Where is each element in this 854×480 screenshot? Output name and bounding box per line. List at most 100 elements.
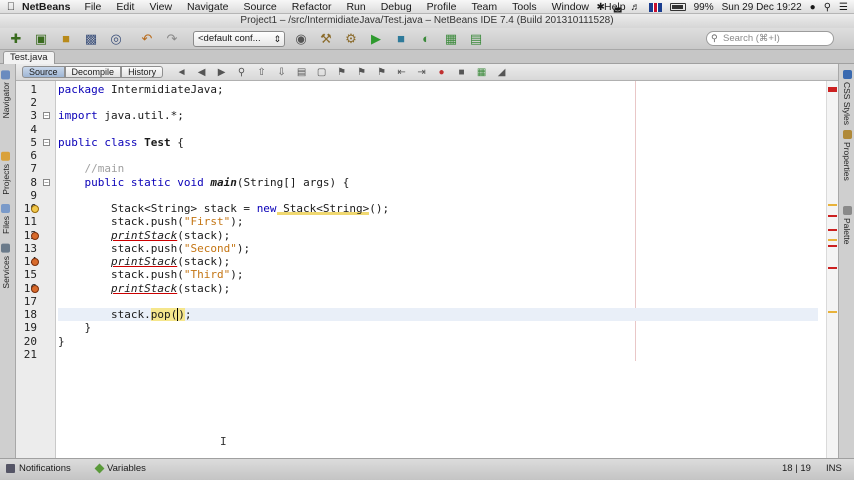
notification-center-icon[interactable]: ☰ bbox=[839, 2, 848, 13]
build-hammer-icon[interactable]: ⚒ bbox=[316, 30, 336, 48]
toggle-bookmark-icon[interactable]: ⚑ bbox=[375, 67, 388, 78]
notifications-icon bbox=[6, 464, 15, 473]
error-stripe-mark[interactable] bbox=[828, 267, 837, 269]
quick-search-input[interactable]: ⚲ Search (⌘+I) bbox=[706, 31, 834, 46]
css-styles-label: CSS Styles bbox=[842, 82, 852, 125]
volume-icon[interactable]: ♬ bbox=[631, 2, 641, 13]
menu-refactor[interactable]: Refactor bbox=[292, 1, 332, 13]
caret-position[interactable]: 18 | 19 bbox=[782, 463, 811, 474]
configuration-select[interactable]: <default conf... bbox=[193, 30, 285, 47]
save-all-icon[interactable]: ▩ bbox=[81, 30, 101, 48]
warning-hint-icon[interactable] bbox=[31, 205, 39, 213]
error-badge-icon[interactable] bbox=[31, 232, 39, 240]
clock[interactable]: Sun 29 Dec 19:22 bbox=[722, 2, 802, 13]
variables-button[interactable]: Variables bbox=[94, 463, 146, 474]
menu-debug[interactable]: Debug bbox=[381, 1, 412, 13]
code-area[interactable]: package IntermidiateJava; import java.ut… bbox=[58, 81, 818, 458]
spotlight-icon[interactable]: ⚲ bbox=[824, 2, 831, 13]
code-text: } bbox=[58, 335, 65, 348]
new-file-icon[interactable]: ✚ bbox=[6, 30, 26, 48]
shift-left-icon[interactable]: ⇤ bbox=[395, 67, 408, 78]
toggle-highlight-icon[interactable]: ▤ bbox=[295, 67, 308, 78]
find-selection-icon[interactable]: ⚲ bbox=[235, 67, 248, 78]
menu-source[interactable]: Source bbox=[243, 1, 276, 13]
line-number-gutter[interactable]: 1 2 3 4 5 6 7 8 9 10 11 12 13 14 15 16 1… bbox=[16, 81, 56, 458]
properties-tab[interactable]: Properties bbox=[842, 130, 852, 181]
new-project-icon[interactable]: ▣ bbox=[31, 30, 51, 48]
projects-tab[interactable]: Projects bbox=[1, 152, 11, 195]
services-tab[interactable]: Services bbox=[1, 244, 11, 289]
comment-icon[interactable]: ▦ bbox=[475, 67, 488, 78]
menu-profile[interactable]: Profile bbox=[427, 1, 457, 13]
stop-macro-icon[interactable]: ■ bbox=[455, 67, 468, 78]
line-number: 9 bbox=[30, 189, 37, 202]
menu-navigate[interactable]: Navigate bbox=[187, 1, 228, 13]
error-stripe-mark[interactable] bbox=[828, 215, 837, 217]
error-badge-icon[interactable] bbox=[31, 285, 39, 293]
error-stripe-mark[interactable] bbox=[828, 245, 837, 247]
last-edit-icon[interactable]: ◄ bbox=[175, 67, 188, 78]
shift-right-icon[interactable]: ⇥ bbox=[415, 67, 428, 78]
open-project-icon[interactable]: ■ bbox=[56, 30, 76, 48]
menu-window[interactable]: Window bbox=[552, 1, 589, 13]
fold-toggle-icon[interactable]: – bbox=[43, 112, 50, 119]
menu-team[interactable]: Team bbox=[471, 1, 497, 13]
debug-project-icon[interactable]: ■ bbox=[391, 30, 411, 48]
window-title: Project1 – /src/IntermidiateJava/Test.ja… bbox=[240, 15, 614, 26]
input-source-flag-icon[interactable] bbox=[648, 2, 662, 12]
menu-file[interactable]: File bbox=[84, 1, 101, 13]
right-side-panel-strip: CSS Styles Properties Palette bbox=[838, 64, 854, 458]
forward-icon[interactable]: ▶ bbox=[215, 67, 228, 78]
toggle-rectangular-selection-icon[interactable]: ▢ bbox=[315, 67, 328, 78]
undo-icon[interactable]: ↶ bbox=[137, 30, 157, 48]
search-icon: ⚲ bbox=[711, 33, 718, 43]
error-stripe-status-icon[interactable] bbox=[828, 87, 837, 92]
next-bookmark-icon[interactable]: ⚑ bbox=[355, 67, 368, 78]
pause-icon[interactable]: ▤ bbox=[466, 30, 486, 48]
history-view-button[interactable]: History bbox=[121, 66, 164, 78]
app-menu-netbeans[interactable]: NetBeans bbox=[22, 1, 70, 13]
code-editor[interactable]: 1 2 3 4 5 6 7 8 9 10 11 12 13 14 15 16 1… bbox=[16, 81, 838, 458]
redo-icon[interactable]: ↷ bbox=[162, 30, 182, 48]
run-project-icon[interactable]: ▶ bbox=[366, 30, 386, 48]
clean-build-icon[interactable]: ⚙ bbox=[341, 30, 361, 48]
start-macro-icon[interactable]: ● bbox=[435, 67, 448, 78]
source-view-button[interactable]: Source bbox=[22, 66, 65, 78]
apple-icon[interactable]:  bbox=[0, 1, 22, 13]
css-styles-tab[interactable]: CSS Styles bbox=[842, 70, 852, 125]
find-previous-icon[interactable]: ⇧ bbox=[255, 67, 268, 78]
error-stripe[interactable] bbox=[826, 81, 838, 458]
uncomment-icon[interactable]: ◢ bbox=[495, 67, 508, 78]
palette-tab[interactable]: Palette bbox=[842, 206, 852, 244]
error-badge-icon[interactable] bbox=[31, 258, 39, 266]
bluetooth-icon[interactable]: ✱ bbox=[596, 2, 604, 13]
decompile-view-button[interactable]: Decompile bbox=[64, 66, 122, 78]
menu-tools[interactable]: Tools bbox=[512, 1, 537, 13]
warning-stripe-mark[interactable] bbox=[828, 204, 837, 206]
keyword: public static void bbox=[84, 176, 204, 189]
menu-run[interactable]: Run bbox=[346, 1, 365, 13]
error-stripe-mark[interactable] bbox=[828, 229, 837, 231]
warning-stripe-mark[interactable] bbox=[828, 311, 837, 313]
menu-edit[interactable]: Edit bbox=[116, 1, 134, 13]
profile-project-icon[interactable]: ◐ bbox=[416, 30, 436, 48]
warning-stripe-mark[interactable] bbox=[828, 239, 837, 241]
code-line-18-current: stack.pop(); bbox=[58, 308, 818, 321]
battery-icon[interactable] bbox=[669, 3, 686, 11]
target-icon[interactable]: ◉ bbox=[291, 30, 311, 48]
wifi-icon[interactable]: ◛ bbox=[613, 2, 623, 13]
close-project-icon[interactable]: ◎ bbox=[106, 30, 126, 48]
files-tab[interactable]: Files bbox=[1, 204, 11, 234]
fold-toggle-icon[interactable]: – bbox=[43, 139, 50, 146]
menu-view[interactable]: View bbox=[149, 1, 172, 13]
tab-test-java[interactable]: Test.java bbox=[3, 51, 55, 64]
previous-bookmark-icon[interactable]: ⚑ bbox=[335, 67, 348, 78]
notifications-button[interactable]: Notifications bbox=[6, 463, 71, 474]
fold-toggle-icon[interactable]: – bbox=[43, 179, 50, 186]
back-icon[interactable]: ◀ bbox=[195, 67, 208, 78]
navigator-tab[interactable]: Navigator bbox=[1, 70, 11, 118]
find-next-icon[interactable]: ⇩ bbox=[275, 67, 288, 78]
user-icon[interactable]: ● bbox=[810, 2, 816, 13]
error-method-call: printStack bbox=[110, 255, 178, 268]
apply-code-changes-icon[interactable]: ▦ bbox=[441, 30, 461, 48]
